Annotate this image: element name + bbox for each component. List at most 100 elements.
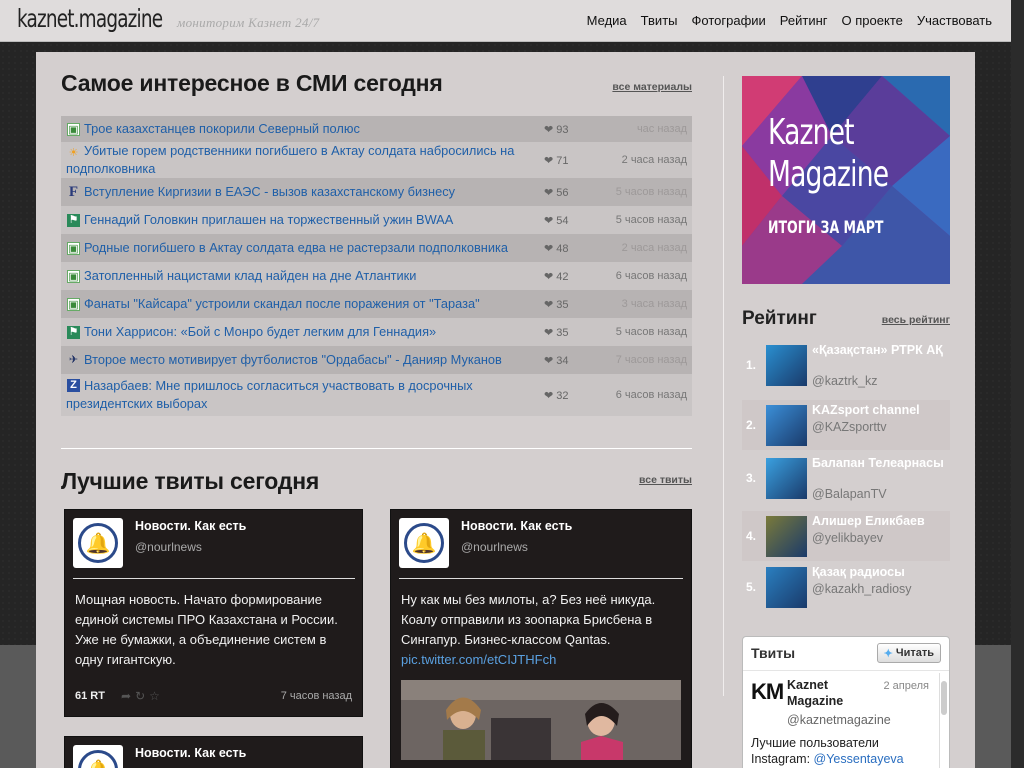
section-divider [61,448,692,449]
nav-media[interactable]: Медиа [587,13,627,28]
twitter-widget-date[interactable]: 2 апреля [884,680,930,692]
bell-icon: 🔔 [404,523,444,563]
rating-avatar[interactable] [766,458,807,499]
rating-item[interactable]: 4. Алишер Еликбаев @yelikbayev [742,511,950,561]
nav-about[interactable]: О проекте [842,13,903,28]
news-item[interactable]: ⚑ Тони Харрисон: «Бой с Монро будет легки… [61,318,692,346]
news-item[interactable]: ▣ Фанаты "Кайсара" устроили скандал после… [61,290,692,318]
news-item[interactable]: ⚑ Геннадий Головкин приглашен на торжеств… [61,206,692,234]
news-item[interactable]: ☀ Убитые горем родственники погибшего в А… [61,142,692,178]
reply-icon[interactable]: ➦ [121,689,135,703]
news-title[interactable]: Родные погибшего в Актау солдата едва не… [84,239,539,257]
tweet-author-handle[interactable]: @nourlnews [135,540,202,554]
news-item[interactable]: ▣ Родные погибшего в Актау солдата едва н… [61,234,692,262]
news-title[interactable]: Фанаты "Кайсара" устроили скандал после … [84,295,539,313]
news-title[interactable]: Геннадий Головкин приглашен на торжестве… [84,211,539,229]
twitter-widget-author[interactable]: Kaznet Magazine [787,677,867,709]
news-item[interactable]: F Вступление Киргизии в ЕАЭС - вызов каза… [61,178,692,206]
avatar[interactable]: 🔔 [73,745,123,768]
twitter-widget-divider [743,670,949,671]
avatar[interactable]: 🔔 [73,518,123,568]
news-title[interactable]: Убитые горем родственники погибшего в Ак… [66,142,521,178]
like-count: ❤ 48 [544,242,569,255]
tweet-divider [399,578,683,579]
tweet-author-name[interactable]: Новости. Как есть [135,519,246,533]
rating-avatar[interactable] [766,516,807,557]
site-logo[interactable]: kaznet.magazine [17,4,163,33]
news-item[interactable]: ▣ Трое казахстанцев покорили Северный пол… [61,116,692,142]
tweets-heading: Лучшие твиты сегодня [61,468,320,494]
favorite-icon[interactable]: ☆ [149,689,164,703]
scrollbar-thumb[interactable] [941,681,947,715]
tweet-link[interactable]: pic.twitter.com/etCIJTHFch [401,652,556,667]
tweet-author-name[interactable]: Новости. Как есть [461,519,572,533]
tweet-text: Мощная новость. Начато формирование един… [75,592,338,667]
tweet-card[interactable]: 🔔 Новости. Как есть @nourlnews Мощная но… [64,509,363,717]
tweet-photo[interactable] [401,680,681,760]
tweet-time[interactable]: 7 часов назад [281,690,352,702]
tweet-author-name[interactable]: Новости. Как есть [135,746,246,760]
retweet-count: 61 RT [75,690,105,702]
rating-heading: Рейтинг [742,308,817,329]
main-nav: Медиа Твиты Фотографии Рейтинг О проекте… [587,13,992,28]
news-item[interactable]: ✈ Второе место мотивирует футболистов "Ор… [61,346,692,374]
nav-tweets[interactable]: Твиты [641,13,678,28]
news-time: 3 часа назад [621,298,687,310]
avatar[interactable]: 🔔 [399,518,449,568]
content-container: Самое интересное в СМИ сегодня все матер… [36,52,975,768]
twitter-widget-scrollbar[interactable] [939,673,947,768]
news-item[interactable]: Z Назарбаев: Мне пришлось согласиться уча… [61,374,692,416]
rating-handle[interactable]: @yelikbayev [812,531,883,545]
rating-name[interactable]: Алишер Еликбаев [812,513,948,529]
tweet-author-handle[interactable]: @nourlnews [461,540,528,554]
top-bar: kaznet.magazine мониторим Казнет 24/7 Ме… [0,0,1011,42]
news-title[interactable]: Затопленный нацистами клад найден на дне… [84,267,539,285]
rating-rank: 1. [746,358,757,372]
follow-button[interactable]: ✦ Читать [876,643,941,663]
rating-avatar[interactable] [766,567,807,608]
twitter-widget-mention[interactable]: @Yessentayeva [814,752,904,766]
rating-name[interactable]: Балапан Телеарнасы [812,455,948,471]
tweet-card[interactable]: 🔔 Новости. Как есть @nourlnews Ну как мы… [390,509,692,768]
retweet-icon[interactable]: ↻ [135,689,149,703]
twitter-widget-handle[interactable]: @kaznetmagazine [787,713,891,727]
rating-item[interactable]: 2. KAZsport channel @KAZsporttv [742,400,950,450]
rating-item[interactable]: 5. Қазақ радиосы @kazakh_radiosy [742,562,950,612]
rating-handle[interactable]: @BalapanTV [812,487,887,501]
rating-avatar[interactable] [766,405,807,446]
tweet-card[interactable]: 🔔 Новости. Как есть [64,736,363,768]
nav-photos[interactable]: Фотографии [692,13,766,28]
rating-name[interactable]: Қазақ радиосы [812,564,948,580]
bird-icon: ✈ [68,353,79,366]
monthly-results-banner[interactable]: Kaznet Magazine ИТОГИ ЗА МАРТ [742,76,950,284]
news-title[interactable]: Трое казахстанцев покорили Северный полю… [84,120,539,138]
news-heading: Самое интересное в СМИ сегодня [61,70,443,96]
site-tagline: мониторим Казнет 24/7 [177,15,320,30]
nav-participate[interactable]: Участвовать [917,13,992,28]
rating-handle[interactable]: @KAZsporttv [812,420,887,434]
kaznet-avatar[interactable]: KM [751,679,784,705]
all-tweets-link[interactable]: все твиты [639,474,692,486]
news-title[interactable]: Вступление Киргизии в ЕАЭС - вызов казах… [84,183,539,201]
rating-item[interactable]: 3. Балапан Телеарнасы @BalapanTV [742,453,950,503]
sports-icon: ⚑ [67,325,80,339]
tweet-divider [73,578,355,579]
rating-handle[interactable]: @kazakh_radiosy [812,582,912,596]
all-materials-link[interactable]: все материалы [612,81,692,93]
like-count: ❤ 42 [544,270,569,283]
news-item[interactable]: ▣ Затопленный нацистами клад найден на дн… [61,262,692,290]
nav-rating[interactable]: Рейтинг [780,13,828,28]
news-title[interactable]: Второе место мотивирует футболистов "Орд… [84,351,539,369]
rating-item[interactable]: 1. «Қазақстан» РТРК АҚ @kaztrk_kz [742,340,950,390]
all-rating-link[interactable]: весь рейтинг [882,314,950,326]
rating-avatar[interactable] [766,345,807,386]
rating-name[interactable]: KAZsport channel [812,402,948,418]
rating-name[interactable]: «Қазақстан» РТРК АҚ [812,342,948,358]
main-column: Самое интересное в СМИ сегодня все матер… [61,70,692,768]
rating-handle[interactable]: @kaztrk_kz [812,374,877,388]
news-title[interactable]: Назарбаев: Мне пришлось согласиться учас… [66,377,539,413]
forbes-icon: F [68,183,79,200]
tengrinews-icon: ▣ [67,269,80,283]
bell-icon: 🔔 [78,750,118,768]
news-title[interactable]: Тони Харрисон: «Бой с Монро будет легким… [84,323,539,341]
